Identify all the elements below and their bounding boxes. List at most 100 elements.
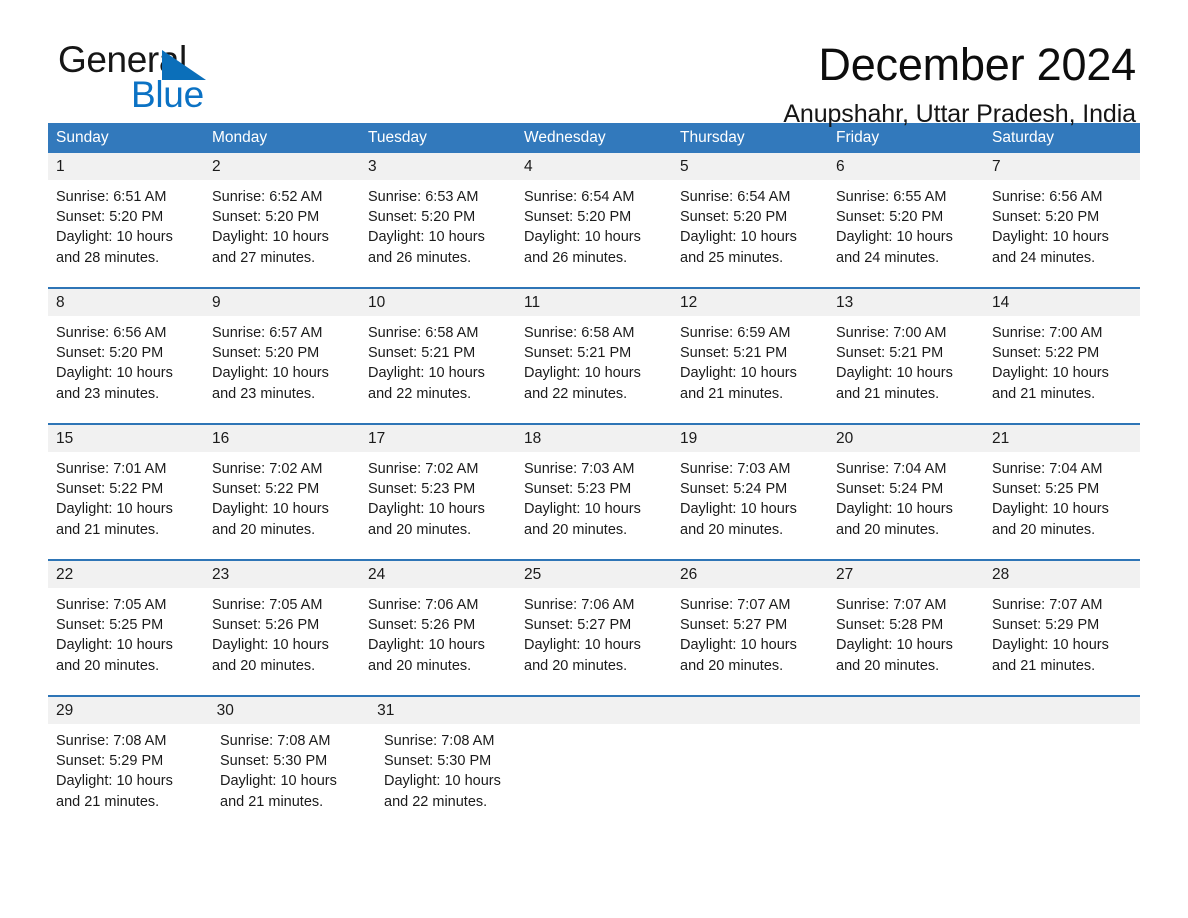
sunset-text: Sunset: 5:21 PM: [524, 345, 632, 362]
day-cell[interactable]: Sunrise: 6:53 AM Sunset: 5:20 PM Daylight:…: [360, 187, 516, 287]
daylight-text: and 20 minutes.: [524, 521, 628, 538]
day-cell[interactable]: Sunrise: 7:03 AM Sunset: 5:24 PM Daylight:…: [672, 459, 828, 559]
day-cell[interactable]: Sunrise: 6:56 AM Sunset: 5:20 PM Daylight:…: [984, 187, 1140, 287]
day-cell[interactable]: Sunrise: 7:05 AM Sunset: 5:25 PM Daylight:…: [48, 595, 204, 695]
day-cell[interactable]: Sunrise: 7:07 AM Sunset: 5:29 PM Daylight:…: [984, 595, 1140, 695]
day-number-strip: 1234567: [48, 153, 1140, 180]
day-details-strip: Sunrise: 6:56 AM Sunset: 5:20 PM Daylight:…: [48, 316, 1140, 423]
day-number[interactable]: 27: [828, 561, 984, 588]
daylight-text: Daylight: 10 hours: [384, 773, 501, 790]
day-number[interactable]: 2: [204, 153, 360, 180]
daylight-text: and 21 minutes.: [56, 521, 160, 538]
day-number[interactable]: 1: [48, 153, 204, 180]
day-cell[interactable]: Sunrise: 6:54 AM Sunset: 5:20 PM Daylight:…: [672, 187, 828, 287]
day-number[interactable]: 7: [984, 153, 1140, 180]
sunset-text: Sunset: 5:26 PM: [368, 617, 476, 634]
daylight-text: Daylight: 10 hours: [836, 501, 953, 518]
day-cell[interactable]: Sunrise: 6:51 AM Sunset: 5:20 PM Daylight:…: [48, 187, 204, 287]
sunrise-text: Sunrise: 7:04 AM: [992, 461, 1103, 477]
day-number[interactable]: 13: [828, 289, 984, 316]
day-number[interactable]: 8: [48, 289, 204, 316]
day-number[interactable]: 21: [984, 425, 1140, 452]
sunrise-text: Sunrise: 6:52 AM: [212, 189, 323, 205]
day-cell[interactable]: Sunrise: 6:58 AM Sunset: 5:21 PM Daylight:…: [360, 323, 516, 423]
day-cell[interactable]: Sunrise: 7:07 AM Sunset: 5:28 PM Daylight:…: [828, 595, 984, 695]
day-cell[interactable]: Sunrise: 7:04 AM Sunset: 5:24 PM Daylight:…: [828, 459, 984, 559]
sunset-text: Sunset: 5:22 PM: [212, 481, 320, 498]
day-cell[interactable]: Sunrise: 6:56 AM Sunset: 5:20 PM Daylight:…: [48, 323, 204, 423]
day-cell[interactable]: Sunrise: 7:02 AM Sunset: 5:23 PM Daylight:…: [360, 459, 516, 559]
day-cell[interactable]: Sunrise: 6:54 AM Sunset: 5:20 PM Daylight:…: [516, 187, 672, 287]
day-number[interactable]: 4: [516, 153, 672, 180]
day-cell[interactable]: Sunrise: 6:52 AM Sunset: 5:20 PM Daylight:…: [204, 187, 360, 287]
empty-day-cell: [540, 731, 690, 831]
sunrise-text: Sunrise: 7:05 AM: [56, 597, 167, 613]
sunrise-text: Sunrise: 7:02 AM: [368, 461, 479, 477]
day-number[interactable]: 9: [204, 289, 360, 316]
day-cell[interactable]: Sunrise: 7:06 AM Sunset: 5:27 PM Daylight:…: [516, 595, 672, 695]
day-number[interactable]: 18: [516, 425, 672, 452]
day-number[interactable]: 23: [204, 561, 360, 588]
daylight-text: and 28 minutes.: [56, 249, 160, 266]
day-cell[interactable]: Sunrise: 7:04 AM Sunset: 5:25 PM Daylight:…: [984, 459, 1140, 559]
sunrise-text: Sunrise: 7:07 AM: [680, 597, 791, 613]
day-cell[interactable]: Sunrise: 7:05 AM Sunset: 5:26 PM Daylight:…: [204, 595, 360, 695]
empty-day-cell: [840, 731, 990, 831]
day-cell[interactable]: Sunrise: 7:01 AM Sunset: 5:22 PM Daylight:…: [48, 459, 204, 559]
sunset-text: Sunset: 5:26 PM: [212, 617, 320, 634]
day-cell[interactable]: Sunrise: 7:08 AM Sunset: 5:29 PM Daylight:…: [48, 731, 212, 831]
sunrise-text: Sunrise: 7:01 AM: [56, 461, 167, 477]
day-cell[interactable]: Sunrise: 7:00 AM Sunset: 5:21 PM Daylight:…: [828, 323, 984, 423]
sunset-text: Sunset: 5:27 PM: [524, 617, 632, 634]
day-number[interactable]: 20: [828, 425, 984, 452]
day-cell[interactable]: Sunrise: 7:06 AM Sunset: 5:26 PM Daylight:…: [360, 595, 516, 695]
day-number[interactable]: 17: [360, 425, 516, 452]
sunrise-text: Sunrise: 7:02 AM: [212, 461, 323, 477]
sunrise-text: Sunrise: 6:54 AM: [524, 189, 635, 205]
daylight-text: Daylight: 10 hours: [680, 637, 797, 654]
day-number[interactable]: 19: [672, 425, 828, 452]
day-cell[interactable]: Sunrise: 7:03 AM Sunset: 5:23 PM Daylight:…: [516, 459, 672, 559]
sunrise-text: Sunrise: 7:03 AM: [524, 461, 635, 477]
day-number[interactable]: 26: [672, 561, 828, 588]
day-number[interactable]: 3: [360, 153, 516, 180]
day-number[interactable]: 5: [672, 153, 828, 180]
day-number[interactable]: 31: [369, 697, 530, 724]
sunrise-text: Sunrise: 7:04 AM: [836, 461, 947, 477]
day-number[interactable]: 25: [516, 561, 672, 588]
day-cell[interactable]: Sunrise: 6:55 AM Sunset: 5:20 PM Daylight:…: [828, 187, 984, 287]
generalblue-logo[interactable]: General Blue: [58, 40, 298, 116]
day-cell[interactable]: Sunrise: 7:00 AM Sunset: 5:22 PM Daylight:…: [984, 323, 1140, 423]
sunrise-text: Sunrise: 6:56 AM: [56, 325, 167, 341]
day-number[interactable]: 22: [48, 561, 204, 588]
day-number[interactable]: 30: [209, 697, 370, 724]
day-cell[interactable]: Sunrise: 7:08 AM Sunset: 5:30 PM Daylight:…: [376, 731, 540, 831]
sunset-text: Sunset: 5:20 PM: [212, 209, 320, 226]
calendar-week-row: 1 2 3 4 5 6 7 Sunrise: 6:51 AM Sunset: 5:20 PM Da…: [48, 153, 1140, 287]
daylight-text: Daylight: 10 hours: [524, 365, 641, 382]
day-number[interactable]: 16: [204, 425, 360, 452]
day-number[interactable]: 10: [360, 289, 516, 316]
daylight-text: and 20 minutes.: [212, 521, 316, 538]
sunset-text: Sunset: 5:21 PM: [368, 345, 476, 362]
day-number[interactable]: 28: [984, 561, 1140, 588]
sunrise-text: Sunrise: 7:00 AM: [836, 325, 947, 341]
day-cell[interactable]: Sunrise: 7:07 AM Sunset: 5:27 PM Daylight:…: [672, 595, 828, 695]
calendar-week-row: 22 23 24 25 26 27 28 Sunrise: 7:05 AM Sunset: 5:…: [48, 559, 1140, 695]
day-cell[interactable]: Sunrise: 7:02 AM Sunset: 5:22 PM Daylight:…: [204, 459, 360, 559]
daylight-text: and 25 minutes.: [680, 249, 784, 266]
day-cell[interactable]: Sunrise: 7:08 AM Sunset: 5:30 PM Daylight:…: [212, 731, 376, 831]
day-cell[interactable]: Sunrise: 6:58 AM Sunset: 5:21 PM Daylight:…: [516, 323, 672, 423]
day-number[interactable]: 15: [48, 425, 204, 452]
daylight-text: Daylight: 10 hours: [220, 773, 337, 790]
day-cell[interactable]: Sunrise: 6:59 AM Sunset: 5:21 PM Daylight:…: [672, 323, 828, 423]
day-number[interactable]: 11: [516, 289, 672, 316]
daylight-text: and 20 minutes.: [368, 521, 472, 538]
day-number[interactable]: 29: [48, 697, 209, 724]
day-number[interactable]: 14: [984, 289, 1140, 316]
daylight-text: Daylight: 10 hours: [680, 501, 797, 518]
day-number[interactable]: 24: [360, 561, 516, 588]
day-cell[interactable]: Sunrise: 6:57 AM Sunset: 5:20 PM Daylight:…: [204, 323, 360, 423]
day-number[interactable]: 12: [672, 289, 828, 316]
day-number[interactable]: 6: [828, 153, 984, 180]
